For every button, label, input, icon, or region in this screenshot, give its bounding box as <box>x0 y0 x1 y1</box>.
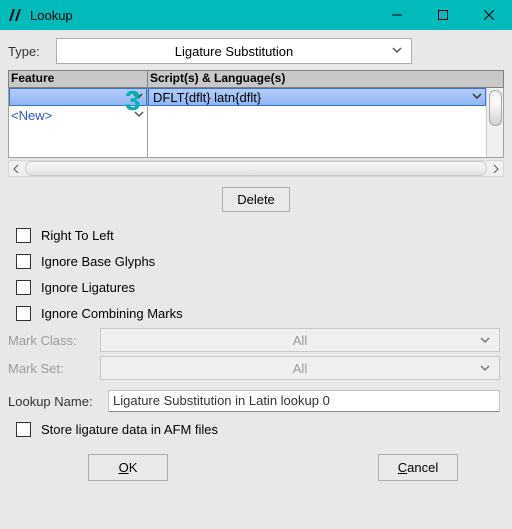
scroll-right-icon[interactable] <box>489 162 503 176</box>
ignore-comb-label: Ignore Combining Marks <box>41 306 183 321</box>
scroll-left-icon[interactable] <box>9 162 23 176</box>
scripts-row[interactable]: DFLT{dflt} latn{dflt} <box>148 88 486 106</box>
vertical-scrollbar[interactable] <box>486 88 503 157</box>
rtl-checkbox[interactable] <box>16 228 31 243</box>
lookup-grid: <New> DFLT{dflt} latn{dflt} <box>8 88 504 158</box>
mark-set-value: All <box>293 361 307 376</box>
chevron-down-icon <box>471 90 483 105</box>
callout-badge: 3 <box>125 85 141 117</box>
scripts-column: DFLT{dflt} latn{dflt} <box>148 88 504 158</box>
lookup-name-input[interactable]: Ligature Substitution in Latin lookup 0 <box>108 390 500 412</box>
minimize-button[interactable] <box>374 0 420 30</box>
app-icon <box>6 6 24 24</box>
type-select[interactable]: Ligature Substitution <box>56 38 412 64</box>
cancel-button[interactable]: Cancel <box>378 454 458 481</box>
horizontal-scrollbar[interactable] <box>8 160 504 177</box>
chevron-down-icon <box>479 334 491 349</box>
mark-class-value: All <box>293 333 307 348</box>
titlebar: Lookup <box>0 0 512 30</box>
scripts-value: DFLT{dflt} latn{dflt} <box>153 90 261 105</box>
feature-new-label: <New> <box>11 108 52 123</box>
ignore-lig-checkbox[interactable] <box>16 280 31 295</box>
delete-button[interactable]: Delete <box>222 187 290 212</box>
mark-class-label: Mark Class: <box>8 333 100 348</box>
maximize-button[interactable] <box>420 0 466 30</box>
rtl-label: Right To Left <box>41 228 114 243</box>
scroll-track[interactable] <box>25 161 487 176</box>
chevron-down-icon <box>391 44 403 59</box>
close-button[interactable] <box>466 0 512 30</box>
type-label: Type: <box>8 44 52 59</box>
ignore-comb-checkbox[interactable] <box>16 306 31 321</box>
ok-button[interactable]: OK <box>88 454 168 481</box>
type-value: Ligature Substitution <box>57 44 411 59</box>
scroll-thumb[interactable] <box>489 90 502 126</box>
mark-set-label: Mark Set: <box>8 361 100 376</box>
lookup-name-label: Lookup Name: <box>8 394 108 409</box>
store-afm-label: Store ligature data in AFM files <box>41 422 218 437</box>
column-header-scripts: Script(s) & Language(s) <box>148 70 504 88</box>
store-afm-checkbox[interactable] <box>16 422 31 437</box>
chevron-down-icon <box>479 362 491 377</box>
ignore-base-checkbox[interactable] <box>16 254 31 269</box>
mark-set-select[interactable]: All <box>100 356 500 380</box>
ignore-lig-label: Ignore Ligatures <box>41 280 135 295</box>
window-title: Lookup <box>30 8 374 23</box>
ignore-base-label: Ignore Base Glyphs <box>41 254 155 269</box>
mark-class-select[interactable]: All <box>100 328 500 352</box>
